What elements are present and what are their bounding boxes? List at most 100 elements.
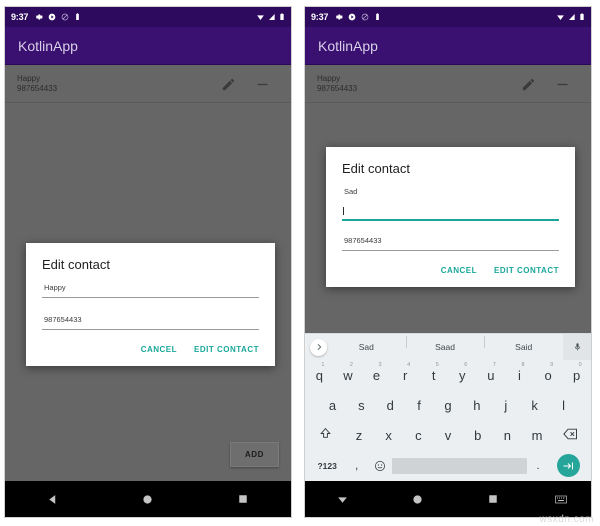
dialog-confirm-button[interactable]: EDIT CONTACT: [194, 345, 259, 354]
dialog-cancel-button[interactable]: CANCEL: [441, 266, 477, 275]
key-d[interactable]: d: [376, 398, 405, 413]
backspace-icon: [563, 428, 577, 439]
key-l[interactable]: l: [549, 398, 578, 413]
dialog-name-field[interactable]: Sad: [342, 187, 559, 221]
key-i[interactable]: 8i: [505, 362, 534, 383]
dialog-phone-field[interactable]: 987654433: [342, 236, 559, 251]
status-bar-right: 9:37: [305, 7, 591, 27]
shift-icon: [320, 427, 331, 438]
battery-small-icon: [376, 13, 380, 20]
name-field-underline: [42, 297, 259, 298]
nav-recents-button[interactable]: [196, 494, 291, 504]
key-label: u: [487, 367, 495, 383]
key-hint: 0: [578, 361, 582, 368]
key-hint: 4: [407, 361, 411, 368]
dialog-actions: CANCEL EDIT CONTACT: [342, 254, 559, 279]
gear-icon: [336, 14, 343, 20]
key-b[interactable]: b: [463, 428, 493, 443]
key-comma[interactable]: ,: [345, 460, 368, 472]
enter-button-circle: [556, 454, 580, 477]
key-m[interactable]: m: [522, 428, 552, 443]
dialog-title: Edit contact: [342, 161, 410, 176]
key-r[interactable]: 4r: [391, 362, 420, 383]
wifi-icon: [557, 15, 564, 20]
app-bar-left: KotlinApp: [5, 27, 291, 65]
key-n[interactable]: n: [493, 428, 523, 443]
signal-icon: [269, 14, 275, 20]
key-label: q: [315, 367, 323, 383]
suggestions-expand-button[interactable]: [310, 338, 327, 356]
keyboard-icon: [555, 495, 567, 503]
dialog-scrim-left: Edit contact Happy 987654433 CANCEL EDIT…: [5, 65, 291, 481]
soft-keyboard: Sad Saad Said 1q 2w 3e 4r 5t 6y 7u 8i 9o…: [305, 333, 591, 481]
microphone-icon: [574, 343, 580, 351]
suggestion-item[interactable]: Saad: [405, 336, 485, 352]
dialog-name-field[interactable]: Happy: [42, 283, 259, 298]
home-circle-icon: [143, 494, 153, 504]
key-t[interactable]: 5t: [419, 362, 448, 383]
dialog-cancel-button[interactable]: CANCEL: [141, 345, 177, 354]
status-time: 9:37: [11, 12, 29, 22]
recents-square-icon: [239, 495, 248, 503]
key-g[interactable]: g: [434, 398, 463, 413]
suggestion-item[interactable]: Sad: [327, 342, 406, 352]
key-shift[interactable]: [307, 427, 344, 443]
key-w[interactable]: 2w: [334, 362, 363, 383]
dialog-phone-field[interactable]: 987654433: [42, 315, 259, 330]
dialog-title: Edit contact: [42, 257, 110, 272]
key-h[interactable]: h: [462, 398, 491, 413]
nav-back-button[interactable]: [5, 493, 100, 506]
key-z[interactable]: z: [344, 428, 374, 443]
key-space[interactable]: [392, 457, 527, 474]
key-v[interactable]: v: [433, 428, 463, 443]
dialog-phone-value: 987654433: [44, 315, 82, 324]
watermark: wsxdn.com: [539, 514, 594, 525]
battery-icon: [280, 13, 284, 20]
key-period[interactable]: .: [527, 460, 550, 472]
dialog-phone-value: 987654433: [344, 236, 382, 245]
key-q[interactable]: 1q: [305, 362, 334, 383]
key-label: y: [459, 367, 466, 383]
key-hint: 9: [550, 361, 554, 368]
phone-screen-right: 9:37 KotlinApp Happy 987654433 Edit cont…: [304, 6, 592, 518]
emoji-icon: [375, 460, 386, 471]
battery-small-icon: [76, 13, 80, 20]
suggestion-item[interactable]: Said: [484, 336, 563, 352]
key-backspace[interactable]: [552, 428, 589, 443]
key-j[interactable]: j: [491, 398, 520, 413]
gear-icon: [36, 14, 43, 20]
keyboard-row-4: ?123 , .: [305, 450, 591, 481]
dialog-actions: CANCEL EDIT CONTACT: [42, 333, 259, 358]
key-label: w: [343, 367, 353, 383]
recents-square-icon: [489, 495, 497, 503]
field-spacer: [342, 224, 559, 236]
dialog-name-value: Happy: [44, 283, 66, 292]
nav-home-button[interactable]: [100, 494, 195, 505]
keyboard-row-2: a s d f g h j k l: [305, 390, 591, 420]
key-u[interactable]: 7u: [477, 362, 506, 383]
key-p[interactable]: 0p: [562, 362, 591, 383]
nav-home-button[interactable]: [380, 494, 455, 505]
dialog-name-value: Sad: [344, 187, 358, 196]
key-y[interactable]: 6y: [448, 362, 477, 383]
key-s[interactable]: s: [347, 398, 376, 413]
key-f[interactable]: f: [405, 398, 434, 413]
nav-keyboard-button[interactable]: [531, 495, 591, 504]
key-emoji[interactable]: [368, 460, 392, 472]
nav-recents-button[interactable]: [456, 494, 531, 504]
dialog-confirm-button[interactable]: EDIT CONTACT: [494, 266, 559, 275]
key-symbols[interactable]: ?123: [309, 461, 345, 471]
key-enter[interactable]: [549, 454, 587, 477]
key-hint: 2: [349, 361, 353, 368]
nav-hide-keyboard-button[interactable]: [305, 493, 380, 506]
key-hint: 1: [321, 361, 325, 368]
voice-input-button[interactable]: [563, 334, 591, 360]
key-o[interactable]: 9o: [534, 362, 563, 383]
key-x[interactable]: x: [374, 428, 404, 443]
key-a[interactable]: a: [318, 398, 347, 413]
key-e[interactable]: 3e: [362, 362, 391, 383]
key-c[interactable]: c: [403, 428, 433, 443]
key-k[interactable]: k: [520, 398, 549, 413]
chevron-right-icon: [317, 343, 321, 351]
down-triangle-icon: [338, 496, 347, 503]
